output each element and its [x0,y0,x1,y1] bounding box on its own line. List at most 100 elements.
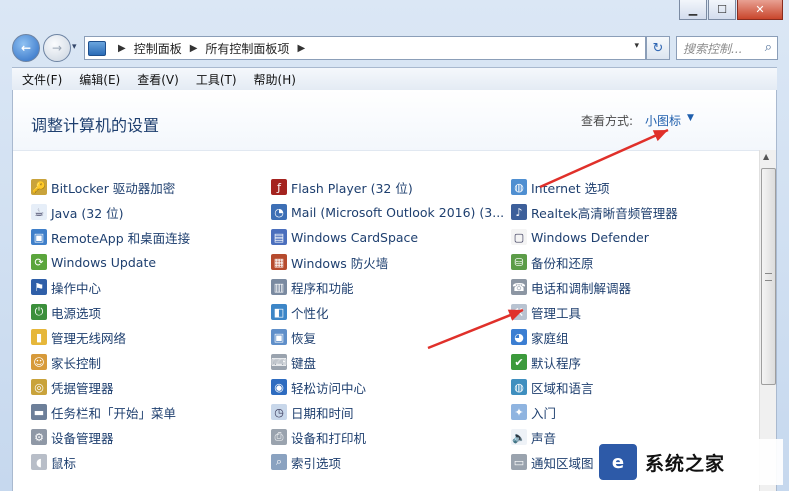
control-panel-item[interactable]: ▭ 通知区域图 [511,452,594,472]
windows-update-icon: ⟳ [31,254,47,270]
control-panel-item[interactable]: ☕ Java (32 位) [31,202,124,222]
control-panel-item[interactable]: ⚒ 管理工具 [511,302,581,322]
maximize-button[interactable]: ☐ [708,0,736,20]
menu-help[interactable]: 帮助(H) [244,71,303,88]
notification-area-icon: ▭ [511,454,527,470]
control-panel-content: 调整计算机的设置 查看方式: 小图标 ▼ 🔑 BitLocker 驱动器加密 ☕ Ja… [12,90,777,491]
control-panel-item-label: 设备管理器 [51,430,114,446]
control-panel-item[interactable]: ▥ 程序和功能 [271,277,354,297]
firewall-icon: ▦ [271,254,287,270]
device-manager-icon: ⚙ [31,429,47,445]
control-panel-item[interactable]: ▤ Windows CardSpace [271,227,418,247]
control-panel-item-label: Mail (Microsoft Outlook 2016) (3... [291,204,505,220]
breadcrumb-all-items[interactable]: 所有控制面板项 [205,40,289,57]
scrollbar-thumb[interactable] [761,168,776,385]
control-panel-item-label: 日期和时间 [291,405,354,421]
control-panel-item[interactable]: ⏻ 电源选项 [31,302,101,322]
breadcrumb-separator-icon[interactable]: ▶ [118,43,126,54]
search-placeholder: 搜索控制... [683,41,743,56]
control-panel-item[interactable]: ◔ Mail (Microsoft Outlook 2016) (3... [271,202,504,222]
wireless-icon: ▮ [31,329,47,345]
address-dropdown-icon[interactable]: ▾ [634,41,639,51]
date-time-icon: ◷ [271,404,287,420]
control-panel-item[interactable]: 🔑 BitLocker 驱动器加密 [31,177,175,197]
menu-tools[interactable]: 工具(T) [186,71,244,88]
remoteapp-icon: ▣ [31,229,47,245]
control-panel-item-label: 键盘 [291,355,317,371]
control-panel-item[interactable]: ◍ 区域和语言 [511,377,594,397]
breadcrumb-separator-icon[interactable]: ▶ [190,43,198,54]
flash-player-icon: ƒ [271,179,287,195]
control-panel-item-label: 通知区域图 [531,455,594,471]
control-panel-item[interactable]: ◕ 家庭组 [511,327,569,347]
control-panel-item[interactable]: ⎙ 设备和打印机 [271,427,366,447]
control-panel-item[interactable]: ⚙ 设备管理器 [31,427,114,447]
control-panel-item-label: 声音 [531,430,557,446]
control-panel-item[interactable]: ◧ 个性化 [271,302,329,322]
control-panel-item[interactable]: ▦ Windows 防火墙 [271,252,388,272]
control-panel-item[interactable]: ƒ Flash Player (32 位) [271,177,413,197]
back-button[interactable]: ← [12,34,40,62]
control-panel-item-label: 索引选项 [291,455,342,471]
recent-pages-chevron-icon[interactable]: ▾ [72,42,77,52]
phone-modem-icon: ☎ [511,279,527,295]
ease-of-access-icon: ◉ [271,379,287,395]
control-panel-item[interactable]: ⌨ 键盘 [271,352,316,372]
control-panel-item[interactable]: ⟳ Windows Update [31,252,156,272]
control-panel-item[interactable]: ▬ 任务栏和「开始」菜单 [31,402,176,422]
control-panel-item[interactable]: ▮ 管理无线网络 [31,327,126,347]
cardspace-icon: ▤ [271,229,287,245]
control-panel-item[interactable]: ☺ 家长控制 [31,352,101,372]
view-by-dropdown[interactable]: 小图标 [645,112,681,129]
search-icon[interactable]: ⌕ [765,40,772,55]
control-panel-item[interactable]: 🔈 声音 [511,427,556,447]
view-by-caret-icon[interactable]: ▼ [687,113,694,123]
forward-button[interactable]: → [43,34,71,62]
control-panel-item-label: BitLocker 驱动器加密 [51,180,176,196]
control-panel-item[interactable]: ✔ 默认程序 [511,352,581,372]
search-input[interactable]: 搜索控制... ⌕ [676,36,778,60]
caption-buttons: ▁ ☐ ✕ [679,0,783,20]
control-panel-item[interactable]: ♪ Realtek高清晰音频管理器 [511,202,678,222]
control-panel-item[interactable]: ☎ 电话和调制解调器 [511,277,631,297]
programs-features-icon: ▥ [271,279,287,295]
control-panel-item[interactable]: ◉ 轻松访问中心 [271,377,366,397]
control-panel-item[interactable]: ▣ 恢复 [271,327,316,347]
scrollbar-grip-icon [765,273,772,281]
breadcrumb-separator-icon[interactable]: ▶ [297,43,305,54]
control-panel-item[interactable]: ✦ 入门 [511,402,556,422]
watermark-logo-icon: e [599,444,637,480]
close-button[interactable]: ✕ [737,0,783,20]
control-panel-item[interactable]: ⌕ 索引选项 [271,452,341,472]
control-panel-item[interactable]: ▣ RemoteApp 和桌面连接 [31,227,190,247]
control-panel-item-label: 恢复 [291,330,317,346]
refresh-button[interactable]: ↻ [646,36,670,60]
control-panel-item-label: 电源选项 [51,305,102,321]
view-by-label: 查看方式: [581,114,634,128]
control-panel-item-label: 备份和还原 [531,255,594,271]
menu-view[interactable]: 查看(V) [127,71,186,88]
bitlocker-icon: 🔑 [31,179,47,195]
power-options-icon: ⏻ [31,304,47,320]
getting-started-icon: ✦ [511,404,527,420]
control-panel-item-label: Flash Player (32 位) [291,180,413,196]
admin-tools-icon: ⚒ [511,304,527,320]
default-programs-icon: ✔ [511,354,527,370]
control-panel-item[interactable]: ◎ 凭据管理器 [31,377,114,397]
menu-edit[interactable]: 编辑(E) [69,71,127,88]
devices-printers-icon: ⎙ [271,429,287,445]
taskbar-icon: ▬ [31,404,47,420]
control-panel-item-label: Windows Defender [531,229,649,245]
control-panel-item[interactable]: ⛁ 备份和还原 [511,252,594,272]
menu-file[interactable]: 文件(F) [12,71,69,88]
control-panel-item[interactable]: ⚑ 操作中心 [31,277,101,297]
scroll-up-icon[interactable]: ▲ [763,152,769,161]
address-bar[interactable]: ▶ 控制面板 ▶ 所有控制面板项 ▶ ▾ [84,36,646,60]
site-watermark: e 系统之家 [593,439,783,485]
control-panel-item[interactable]: ▢ Windows Defender [511,227,649,247]
breadcrumb-control-panel[interactable]: 控制面板 [134,40,182,57]
minimize-button[interactable]: ▁ [679,0,707,20]
control-panel-item[interactable]: ◍ Internet 选项 [511,177,610,197]
control-panel-item[interactable]: ◷ 日期和时间 [271,402,354,422]
control-panel-item[interactable]: ◖ 鼠标 [31,452,76,472]
